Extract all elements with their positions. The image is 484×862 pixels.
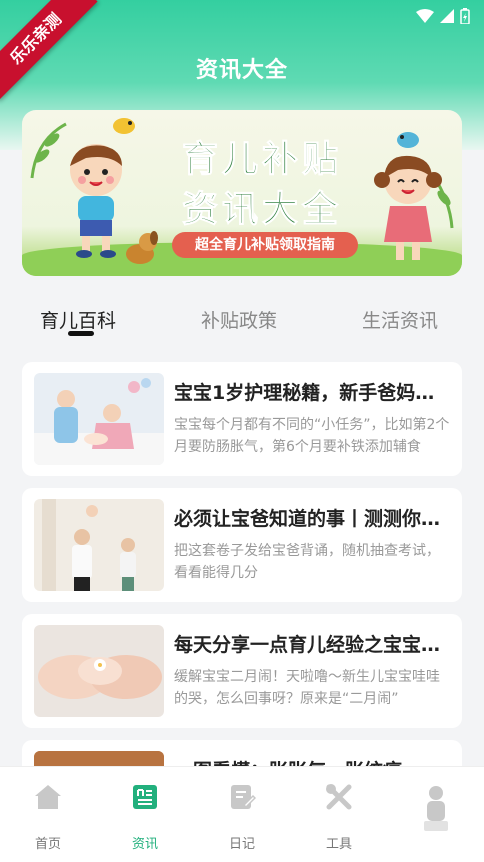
girl-illustration <box>374 155 442 260</box>
status-bar <box>416 6 470 26</box>
bottom-navigation: 首页 资讯 日记 工具 <box>0 766 484 862</box>
category-tabs: 育儿百科 补贴政策 生活资讯 <box>0 300 484 350</box>
article-card[interactable]: 每天分享一点育儿经验之宝宝哭闹 缓解宝宝二月闹！天啦噜～新生儿宝宝哇哇的哭，怎么… <box>22 614 462 728</box>
tab-baby-encyclopedia[interactable]: 育儿百科 <box>40 306 116 333</box>
battery-icon <box>460 8 470 24</box>
nav-diary[interactable]: 日记 <box>194 767 290 862</box>
wifi-icon <box>416 9 434 23</box>
tab-active-indicator <box>68 331 94 336</box>
diary-icon <box>231 785 256 809</box>
article-description: 缓解宝宝二月闹！天啦噜～新生儿宝宝哇哇的哭，怎么回事呀？原来是“二月闹” <box>174 669 440 707</box>
promo-banner[interactable]: 育儿补贴 资讯大全 超全育儿补贴领取指南 <box>22 110 462 276</box>
article-thumbnail <box>34 373 164 465</box>
article-thumbnail <box>34 625 164 717</box>
article-title: 宝宝1岁护理秘籍，新手爸妈必看 <box>174 382 450 404</box>
nav-home[interactable]: 首页 <box>0 767 96 862</box>
profile-icon <box>424 786 448 831</box>
bird-icon <box>113 118 135 134</box>
tab-life-news[interactable]: 生活资讯 <box>362 306 438 333</box>
nav-news[interactable]: 资讯 <box>97 767 193 862</box>
nav-profile[interactable] <box>388 767 484 862</box>
article-description: 宝宝每个月都有不同的“小任务”，比如第2个月要防肠胀气，第6个月要补铁添加辅食 <box>174 417 450 455</box>
article-title: 必须让宝爸知道的事丨测测你合格吗 <box>174 508 450 530</box>
banner-title-line1: 育儿补贴 <box>181 139 342 181</box>
puppy-illustration <box>126 231 158 264</box>
article-card[interactable]: 必须让宝爸知道的事丨测测你合格吗 把这套卷子发给宝爸背诵，随机抽查考试，看看能得… <box>22 488 462 602</box>
home-icon <box>35 785 61 809</box>
nav-home-label: 首页 <box>34 837 61 852</box>
article-title: 每天分享一点育儿经验之宝宝哭闹 <box>174 634 450 656</box>
nav-news-label: 资讯 <box>131 837 158 852</box>
article-description: 把这套卷子发给宝爸背诵，随机抽查考试，看看能得几分 <box>174 543 440 581</box>
nav-diary-label: 日记 <box>228 837 255 852</box>
article-card[interactable]: 宝宝1岁护理秘籍，新手爸妈必看 宝宝每个月都有不同的“小任务”，比如第2个月要防… <box>22 362 462 476</box>
banner-title-line2: 资讯大全 <box>181 189 342 231</box>
tools-icon <box>326 784 352 810</box>
nav-tools[interactable]: 工具 <box>291 767 387 862</box>
nav-tools-label: 工具 <box>325 837 352 852</box>
page-title: 资讯大全 <box>195 58 288 83</box>
news-icon <box>133 785 157 809</box>
article-thumbnail <box>34 499 164 591</box>
tab-subsidy-policy[interactable]: 补贴政策 <box>201 306 277 333</box>
bird-icon <box>397 132 419 148</box>
signal-icon <box>440 9 454 23</box>
banner-subtitle: 超全育儿补贴领取指南 <box>172 232 358 258</box>
